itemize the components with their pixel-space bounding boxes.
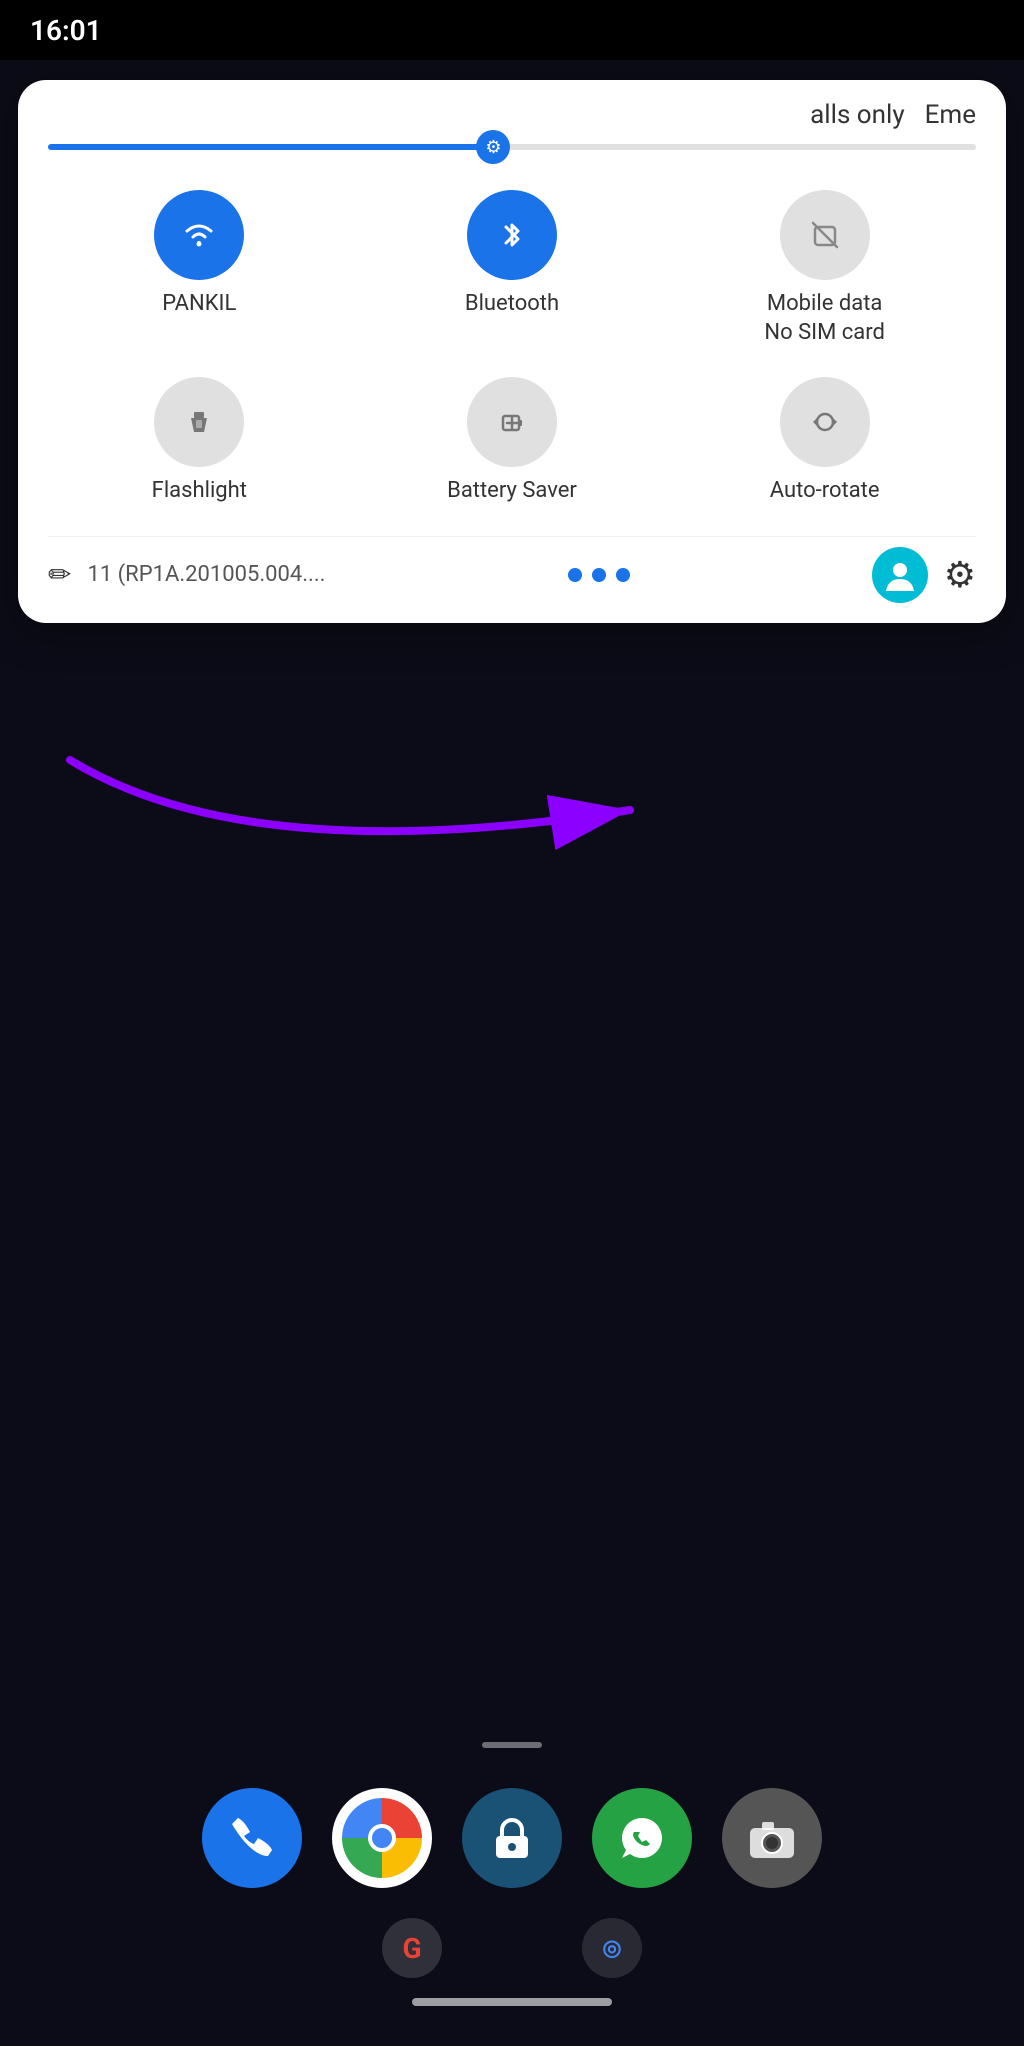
camera-icon [744,1810,800,1866]
bluetooth-icon [490,213,534,257]
edit-icon[interactable]: ✏ [48,558,71,591]
flashlight-icon-circle[interactable] [154,377,244,467]
calls-only-label: alls only [810,100,904,130]
tile-bluetooth[interactable]: Bluetooth [361,180,664,357]
google-icon-2[interactable]: ◎ [582,1918,642,1978]
dock-row [202,1788,822,1888]
app-drawer-handle[interactable] [482,1742,542,1748]
sim-card-off-icon [803,213,847,257]
chrome-inner-circle [368,1824,396,1852]
home-screen-dock: G ◎ [0,1546,1024,2046]
tile-auto-rotate[interactable]: Auto-rotate [673,367,976,516]
wifi-tile-label: PANKIL [162,290,236,319]
flashlight-icon [177,400,221,444]
google-assistant-icon: ◎ [602,1936,621,1961]
spacer [482,1918,542,1978]
auto-rotate-icon-circle[interactable] [780,377,870,467]
emergency-label: Eme [925,100,976,130]
panel-bottom-right: ⚙ [872,547,976,603]
brightness-slider-fill [48,144,493,150]
wifi-icon-circle[interactable] [154,190,244,280]
mobile-data-icon-circle[interactable] [780,190,870,280]
dock-app-whatsapp[interactable] [592,1788,692,1888]
dot-1 [568,568,582,582]
brightness-gear-icon: ⚙ [485,137,501,158]
brightness-row[interactable]: ⚙ [48,144,976,150]
build-number-text: 11 (RP1A.201005.004.... [87,562,325,587]
google-bar: G ◎ [382,1918,642,1978]
dot-3 [616,568,630,582]
dock-app-phone[interactable] [202,1788,302,1888]
dock-app-lock[interactable] [462,1788,562,1888]
navigation-bar [412,1998,612,2006]
quick-tiles-grid: PANKIL Bluetooth Mobile data [48,180,976,516]
mobile-data-tile-label: Mobile data No SIM card [764,290,885,347]
pagination-dots [568,568,630,582]
chrome-icon [342,1798,422,1878]
wifi-icon [177,213,221,257]
flashlight-tile-label: Flashlight [152,477,247,506]
dock-app-chrome[interactable] [332,1788,432,1888]
settings-gear-icon[interactable]: ⚙ [944,554,976,596]
tile-battery-saver[interactable]: Battery Saver [361,367,664,516]
battery-saver-icon-circle[interactable] [467,377,557,467]
phone-icon [224,1810,280,1866]
google-icon[interactable]: G [382,1918,442,1978]
user-icon[interactable] [872,547,928,603]
battery-saver-icon [490,400,534,444]
quick-settings-panel: alls only Eme ⚙ PANKIL [18,80,1006,623]
auto-rotate-tile-label: Auto-rotate [770,477,880,506]
tile-wifi[interactable]: PANKIL [48,180,351,357]
bluetooth-icon-circle[interactable] [467,190,557,280]
battery-saver-tile-label: Battery Saver [447,477,577,506]
lock-icon [486,1812,538,1864]
google-g-letter: G [402,1932,421,1965]
brightness-thumb[interactable]: ⚙ [476,130,510,164]
dot-2 [592,568,606,582]
user-avatar-icon [884,559,916,591]
status-time: 16:01 [30,14,102,47]
whatsapp-icon [614,1810,670,1866]
tile-mobile-data[interactable]: Mobile data No SIM card [673,180,976,357]
status-bar: 16:01 [0,0,1024,60]
tile-flashlight[interactable]: Flashlight [48,367,351,516]
brightness-slider-track[interactable]: ⚙ [48,144,976,150]
panel-bottom-bar: ✏ 11 (RP1A.201005.004.... ⚙ [48,536,976,603]
panel-top-bar: alls only Eme [48,100,976,130]
dock-app-camera[interactable] [722,1788,822,1888]
bluetooth-tile-label: Bluetooth [465,290,559,319]
auto-rotate-icon [803,400,847,444]
panel-bottom-left: ✏ 11 (RP1A.201005.004.... [48,558,325,591]
